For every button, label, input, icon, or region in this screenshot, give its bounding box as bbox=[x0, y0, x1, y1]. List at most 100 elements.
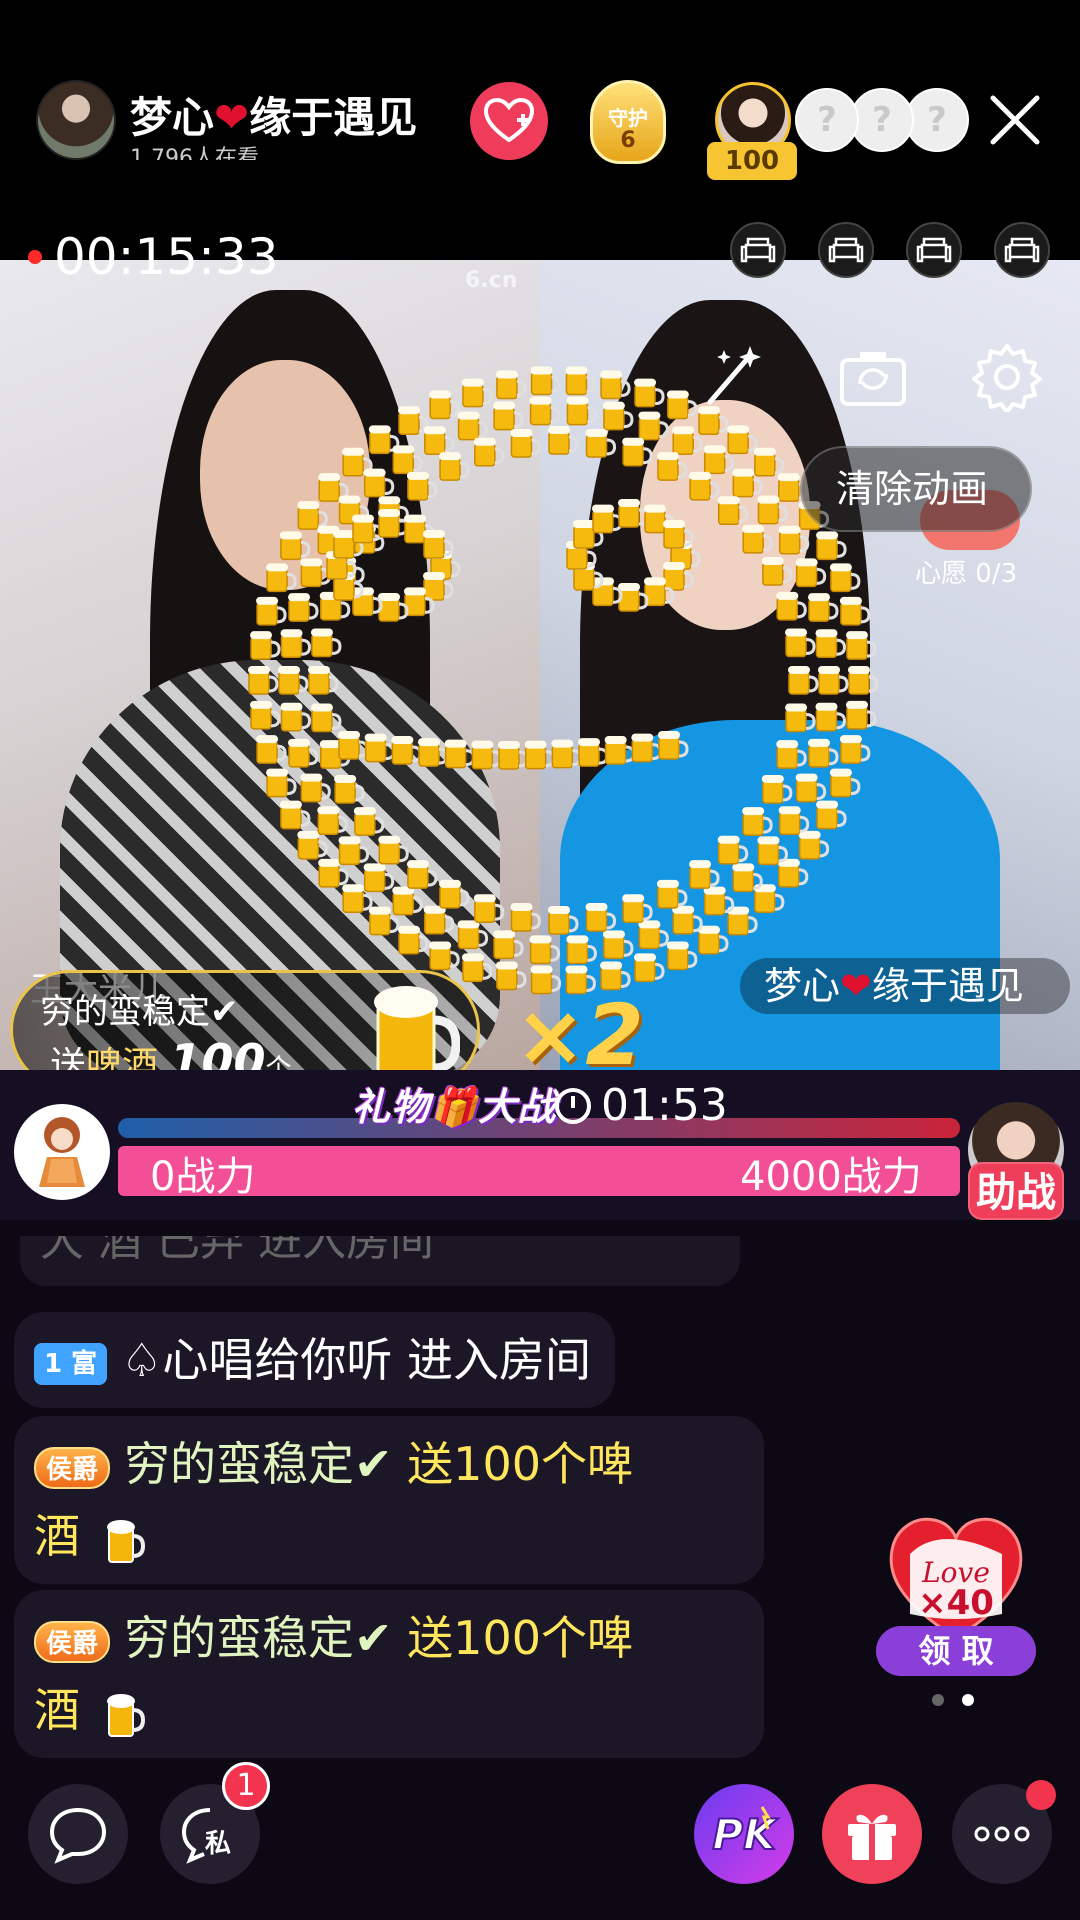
gift-button[interactable] bbox=[822, 1784, 922, 1884]
beer-mug-icon bbox=[332, 773, 365, 805]
beer-mug-icon bbox=[246, 664, 279, 696]
beer-mug-icon bbox=[286, 737, 319, 769]
beer-mug-icon bbox=[264, 767, 297, 799]
beer-mug-icon bbox=[816, 664, 849, 696]
beer-mug-icon bbox=[523, 739, 556, 771]
beer-mug-icon bbox=[777, 524, 810, 556]
wish-progress[interactable]: 心愿 0/3 bbox=[915, 553, 1017, 590]
chat-button[interactable] bbox=[28, 1784, 128, 1884]
top-fan-score: 100 bbox=[707, 142, 797, 180]
clear-animation-button[interactable]: 清除动画 bbox=[800, 446, 1032, 532]
chat-message[interactable]: 侯爵 穷的蛮稳定✔ 送100个啤 酒 bbox=[14, 1416, 764, 1584]
beer-mug-icon bbox=[636, 410, 669, 442]
beer-mug-icon bbox=[632, 951, 665, 983]
chat-message[interactable]: 1 富 ♤心唱给你听 进入房间 bbox=[14, 1312, 616, 1408]
love-package-claim[interactable]: Love ×40 领 取 bbox=[876, 1510, 1036, 1680]
chat-username[interactable]: 穷的蛮稳定✔ bbox=[124, 1437, 393, 1491]
beer-mug-icon bbox=[546, 904, 579, 936]
beer-mug-icon bbox=[740, 523, 773, 555]
beer-mug-icon bbox=[350, 585, 383, 617]
beer-mug-icon bbox=[389, 734, 422, 766]
beer-mug-icon bbox=[491, 928, 524, 960]
beer-mug-icon bbox=[315, 804, 348, 836]
follow-button[interactable] bbox=[470, 82, 548, 160]
beer-mug-icon bbox=[838, 595, 871, 627]
beer-mug-icon bbox=[725, 423, 758, 455]
chat-username[interactable]: 穷的蛮稳定✔ bbox=[124, 1611, 393, 1665]
sofa-seat-icon[interactable] bbox=[818, 222, 874, 278]
beer-mug-icon bbox=[549, 738, 582, 770]
beer-mug-icon bbox=[276, 664, 309, 696]
beer-mug-icon bbox=[629, 732, 662, 764]
sofa-seat-icon[interactable] bbox=[906, 222, 962, 278]
beer-mug-icon bbox=[306, 664, 339, 696]
beer-mug-icon bbox=[797, 829, 830, 861]
chat-username[interactable]: ♤心唱给你听 bbox=[121, 1333, 392, 1387]
switch-camera-icon[interactable] bbox=[838, 344, 908, 414]
beer-mug-icon bbox=[376, 834, 409, 866]
beer-mug-icon bbox=[390, 885, 423, 917]
girl-cartoon-icon bbox=[39, 1117, 85, 1187]
beer-mug-icon bbox=[838, 733, 871, 765]
heart-icon: ❤ bbox=[840, 964, 872, 1008]
beer-mug-icon bbox=[814, 529, 847, 561]
beer-mug-icon bbox=[456, 410, 489, 442]
private-label: 私 bbox=[205, 1829, 231, 1859]
beer-mug-icon bbox=[496, 739, 529, 771]
beer-mug-icon bbox=[846, 664, 879, 696]
beer-mug-icon bbox=[783, 626, 816, 658]
beer-mug-icon bbox=[469, 739, 502, 771]
sofa-seat-icon[interactable] bbox=[730, 222, 786, 278]
host-avatar[interactable] bbox=[36, 80, 116, 160]
magic-wand-icon[interactable] bbox=[700, 340, 770, 410]
viewer-count: 1,796人在看 bbox=[130, 146, 259, 160]
beer-mug-icon bbox=[254, 595, 287, 627]
assist-button[interactable]: 助战 bbox=[968, 1162, 1064, 1220]
unread-badge: 1 bbox=[222, 1762, 270, 1810]
beer-mug-icon bbox=[564, 395, 597, 427]
beer-mug-icon bbox=[264, 561, 297, 593]
left-power-value: 0战力 bbox=[150, 1154, 256, 1200]
beer-mug-icon bbox=[814, 799, 847, 831]
beer-mug-icon bbox=[776, 857, 809, 889]
chat-action-continued: 酒 bbox=[34, 1683, 80, 1737]
beer-mug-icon bbox=[298, 556, 331, 588]
chat-action: 送100个啤 bbox=[392, 1611, 633, 1665]
platform-watermark: 6.cn bbox=[465, 268, 518, 293]
beer-mug-icon bbox=[421, 528, 454, 560]
beer-mug-icon bbox=[437, 878, 470, 910]
guard-badge[interactable]: 守护 6 bbox=[582, 80, 674, 166]
pk-button[interactable]: PK bbox=[694, 1784, 794, 1884]
noble-rank-badge: 侯爵 bbox=[34, 1620, 111, 1663]
beer-mug-icon bbox=[844, 699, 877, 731]
beer-mug-icon bbox=[405, 858, 438, 890]
live-timer: 00:15:33 bbox=[28, 228, 279, 286]
beer-mug-icon bbox=[528, 933, 561, 965]
chat-bubble-icon bbox=[49, 1807, 107, 1864]
sofa-seat-icon[interactable] bbox=[994, 222, 1050, 278]
beer-mug-icon bbox=[584, 427, 617, 459]
chat-message[interactable]: 侯爵 穷的蛮稳定✔ 送100个啤 酒 bbox=[14, 1590, 764, 1758]
beer-mug-icon bbox=[813, 627, 846, 659]
noble-rank-badge: 侯爵 bbox=[34, 1446, 111, 1489]
beer-mug-icon bbox=[665, 389, 698, 421]
beer-mug-icon bbox=[508, 427, 541, 459]
beer-mug-icon bbox=[752, 446, 785, 478]
beer-mug-icon bbox=[363, 732, 396, 764]
beer-mug-icon bbox=[376, 507, 409, 539]
beer-mug-icon bbox=[620, 892, 653, 924]
empty-fan-slot: ? bbox=[850, 88, 914, 152]
beer-mug-icon bbox=[828, 767, 861, 799]
beer-mug-icon bbox=[248, 629, 281, 661]
beer-mug-icon bbox=[760, 773, 793, 805]
close-icon[interactable] bbox=[985, 90, 1045, 150]
beer-mug-icon bbox=[656, 729, 689, 761]
settings-gear-icon[interactable] bbox=[972, 342, 1042, 412]
beer-mug-icon bbox=[813, 701, 846, 733]
left-supporter-avatar[interactable] bbox=[14, 1104, 110, 1200]
fan-ranking[interactable]: ? ? ? 100 bbox=[707, 82, 969, 180]
beer-smiley-gift-animation bbox=[246, 365, 879, 995]
host-name[interactable]: 梦心❤缘于遇见 bbox=[130, 84, 417, 145]
beer-mug-icon bbox=[390, 443, 423, 475]
beer-mug-icon bbox=[806, 591, 839, 623]
